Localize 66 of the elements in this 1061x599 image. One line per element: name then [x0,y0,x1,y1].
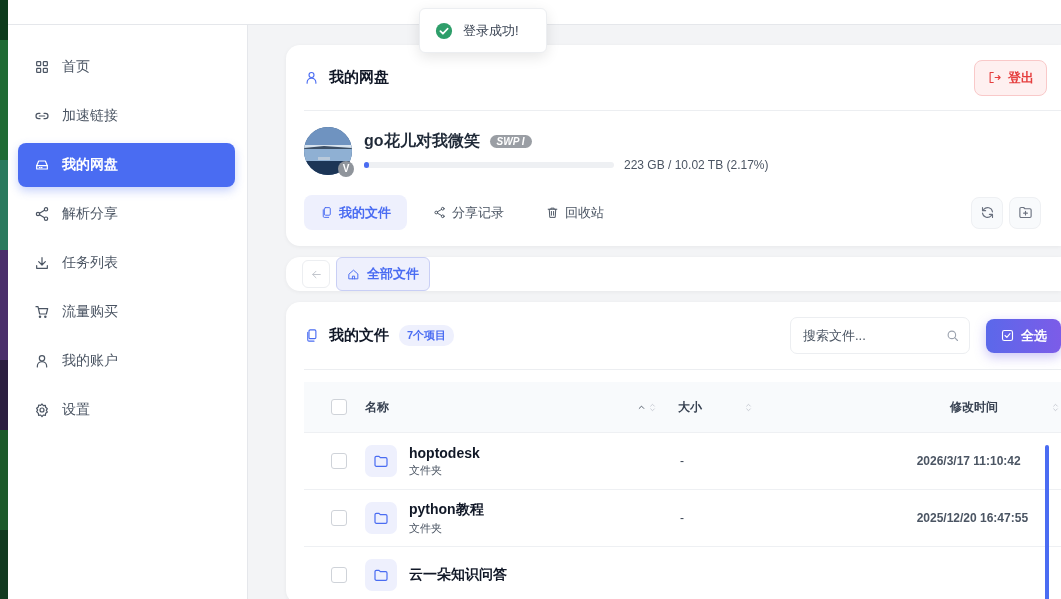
checkbox[interactable] [331,510,347,526]
files-icon [304,328,319,343]
sidebar-item[interactable]: 我的账户 [18,339,235,383]
column-header[interactable]: 修改时间 [949,398,998,416]
breadcrumb-item[interactable]: 全部文件 [336,257,430,291]
folder-icon [373,510,389,526]
file-size: - [680,511,684,525]
refresh-icon [979,205,995,220]
file-type: 文件夹 [409,462,443,478]
user-name: go花儿对我微笑 [364,130,480,151]
search-field[interactable]: 搜索文件... [790,317,970,354]
toast-message: 登录成功! [463,21,519,40]
search-icon [945,328,960,343]
sidebar-item[interactable]: 流量购买 [18,290,235,334]
new-folder-button[interactable] [1009,196,1041,229]
download-icon [34,255,50,271]
modified-time: 2025/12/20 16:47:55 [916,511,1029,525]
file-name[interactable]: python教程 [409,500,484,519]
grid-icon [34,59,50,75]
storage-reading: 223 GB / 10.02 TB (2.17%) [624,157,769,172]
column-header[interactable]: 大小 [677,398,702,416]
folder-icon [373,567,389,583]
share-icon [433,206,446,219]
file-name[interactable]: hoptodesk [409,444,480,461]
user-icon [304,70,319,85]
sidebar-item[interactable]: 任务列表 [18,241,235,285]
folder-icon [373,453,389,469]
select-all-button[interactable]: 全选 [986,318,1061,353]
sidebar-item[interactable]: 我的网盘 [18,143,235,187]
file-size: - [680,454,684,468]
back-button[interactable] [302,260,330,288]
tab[interactable]: 回收站 [530,195,620,230]
cart-icon [34,304,50,320]
tab[interactable]: 我的文件 [304,195,407,230]
logout-icon [987,70,1002,85]
file-type: 文件夹 [409,520,443,536]
avatar-badge: V [338,161,354,177]
sidebar-item[interactable]: 加速链接 [18,94,235,138]
sidebar-item[interactable]: 首页 [18,45,235,89]
share-icon [34,206,50,222]
checkbox[interactable] [331,399,347,415]
level-badge: SWP I [489,134,532,148]
trash-icon [546,206,559,219]
item-count-badge: 7个项目 [399,325,455,346]
file-name[interactable]: 云一朵知识问答 [409,566,507,584]
card-title: 我的网盘 [329,68,389,87]
user-icon [34,353,50,369]
refresh-button[interactable] [971,196,1003,229]
drive-icon [34,157,50,173]
checkbox[interactable] [331,567,347,583]
sidebar-item[interactable]: 解析分享 [18,192,235,236]
settings-icon [34,402,50,418]
logout-button[interactable]: 登出 [974,59,1047,96]
files-icon [320,206,333,219]
modified-time: 2026/3/17 11:10:42 [916,454,1021,468]
home-icon [347,267,360,281]
new-folder-icon [1017,205,1033,220]
checkbox-icon [1000,328,1015,343]
checkbox[interactable] [331,453,347,469]
scrollbar[interactable] [1045,445,1049,599]
tab[interactable]: 分享记录 [417,195,520,230]
column-header[interactable]: 名称 [365,398,389,416]
success-icon [435,21,453,40]
sidebar-item[interactable]: 设置 [18,388,235,432]
sort-icon [1050,401,1061,413]
card-title: 我的文件 [329,326,389,345]
